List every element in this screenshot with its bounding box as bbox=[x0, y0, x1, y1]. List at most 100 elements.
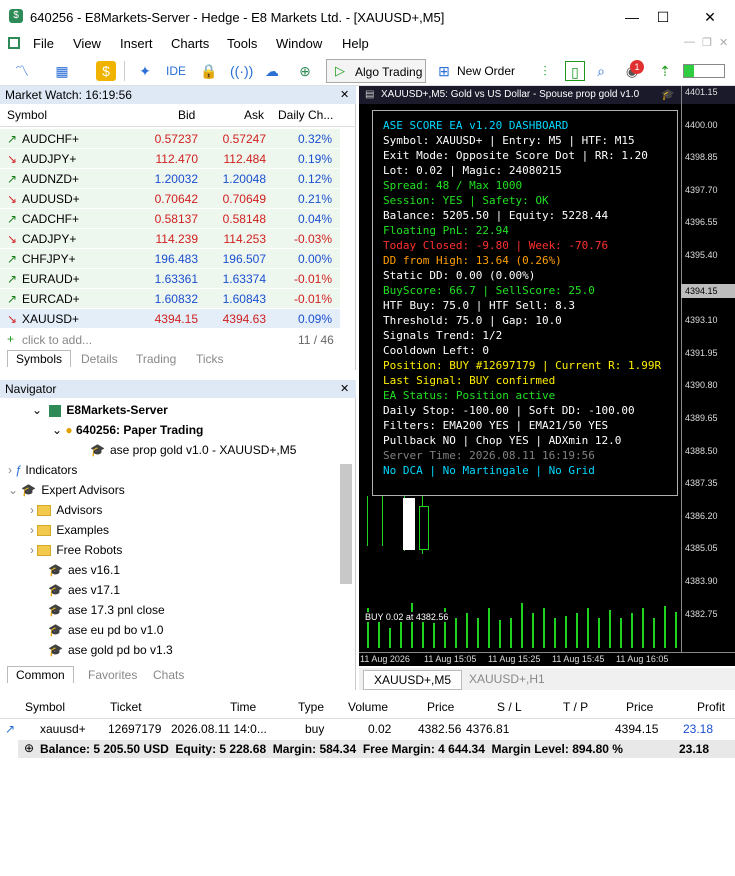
term-col-tp[interactable]: T / P bbox=[563, 700, 588, 714]
navigator-title: Navigator bbox=[0, 380, 356, 398]
folder-examples[interactable]: › Examples bbox=[30, 523, 109, 537]
market-row[interactable]: ↗ EURCAD+ 1.60832 1.60843 -0.01% bbox=[0, 288, 340, 308]
row-bid: 114.239 bbox=[155, 232, 199, 246]
menu-insert[interactable]: Insert bbox=[120, 36, 153, 51]
ea-item[interactable]: 🎓 ase 17.3 pnl close bbox=[48, 603, 165, 617]
menu-charts[interactable]: Charts bbox=[171, 36, 209, 51]
signal-icon[interactable]: ((·)) bbox=[230, 61, 253, 81]
menu-file[interactable]: File bbox=[33, 36, 54, 51]
ide-button[interactable]: IDE bbox=[166, 64, 186, 78]
signal-strength-bar bbox=[683, 64, 725, 78]
folder-free-robots[interactable]: › Free Robots bbox=[30, 543, 122, 557]
indicators-icon: ƒ bbox=[15, 463, 23, 477]
maximize-button[interactable]: ☐ bbox=[648, 6, 678, 28]
experts-node[interactable]: ⌄ 🎓 Expert Advisors bbox=[8, 483, 125, 497]
market-row[interactable]: ↗ AUDNZD+ 1.20032 1.20048 0.12% bbox=[0, 168, 340, 188]
tab-favorites[interactable]: Favorites bbox=[88, 668, 137, 682]
chart-type-icon[interactable]: 〽 bbox=[12, 61, 32, 81]
term-col-symbol[interactable]: Symbol bbox=[25, 700, 65, 714]
navigator-scrollbar[interactable] bbox=[340, 464, 352, 584]
minimize-button[interactable]: — bbox=[617, 6, 647, 28]
tab-details[interactable]: Details bbox=[81, 352, 118, 366]
child-restore-button[interactable]: ❐ bbox=[702, 36, 712, 49]
algo-trading-button[interactable]: ▷ Algo Trading bbox=[326, 59, 426, 83]
level-icon[interactable]: ⇡ bbox=[655, 61, 675, 81]
tab-symbols[interactable]: Symbols bbox=[7, 350, 72, 367]
ea-item[interactable]: 🎓 ase eu pd bo v1.0 bbox=[48, 623, 163, 637]
menu-tools[interactable]: Tools bbox=[227, 36, 257, 51]
market-row[interactable]: ↗ CHFJPY+ 196.483 196.507 0.00% bbox=[0, 248, 340, 268]
click-to-add[interactable]: click to add... bbox=[22, 333, 92, 347]
dollar-icon[interactable]: $ bbox=[96, 61, 116, 81]
row-bid: 1.60832 bbox=[154, 292, 198, 306]
price-tick: 4400.00 bbox=[685, 119, 718, 130]
cloud-icon[interactable]: ☁ bbox=[262, 61, 282, 81]
row-bid: 4394.15 bbox=[154, 312, 198, 326]
account-node[interactable]: ⌄ ● 640256: Paper Trading bbox=[52, 423, 203, 437]
ea-item[interactable]: 🎓 aes v17.1 bbox=[48, 583, 120, 597]
col-ask[interactable]: Ask bbox=[244, 108, 264, 122]
dashboard-line: EA Status: Position active bbox=[383, 389, 556, 402]
market-row[interactable]: ↗ CADCHF+ 0.58137 0.58148 0.04% bbox=[0, 208, 340, 228]
col-bid[interactable]: Bid bbox=[178, 108, 195, 122]
chart-ea-hat-icon: 🎓 bbox=[661, 89, 675, 101]
tab-ticks[interactable]: Ticks bbox=[196, 352, 224, 366]
summary-expand-icon[interactable]: ⊕ bbox=[24, 741, 34, 755]
market-row[interactable]: ↘ AUDUSD+ 0.70642 0.70649 0.21% bbox=[0, 188, 340, 208]
market-row[interactable]: ↘ AUDJPY+ 112.470 112.484 0.19% bbox=[0, 148, 340, 168]
pos-symbol[interactable]: xauusd+ bbox=[40, 722, 86, 736]
folder-icon bbox=[37, 545, 52, 557]
price-axis-line bbox=[681, 86, 682, 652]
chart-tab-h1[interactable]: XAUUSD+,H1 bbox=[469, 672, 545, 686]
tab-trading[interactable]: Trading bbox=[136, 352, 176, 366]
add-icon[interactable]: + bbox=[7, 332, 14, 346]
expand-icon: ⌄ bbox=[32, 403, 46, 417]
tab-common[interactable]: Common bbox=[7, 666, 74, 683]
col-change[interactable]: Daily Ch... bbox=[278, 108, 333, 122]
volume-bar bbox=[389, 628, 391, 648]
term-col-sl[interactable]: S / L bbox=[497, 700, 522, 714]
vps-icon[interactable]: ⊕ bbox=[295, 61, 315, 81]
term-col-profit[interactable]: Profit bbox=[697, 700, 725, 714]
attached-ea-node[interactable]: 🎓 ase prop gold v1.0 - XAUUSD+,M5 bbox=[90, 443, 296, 457]
new-order-icon[interactable]: ⊞ bbox=[434, 61, 454, 81]
close-button[interactable]: ✕ bbox=[695, 6, 725, 28]
navigator-close-icon[interactable]: ✕ bbox=[340, 382, 349, 395]
chart-tab-m5[interactable]: XAUUSD+,M5 bbox=[363, 670, 463, 690]
col-symbol[interactable]: Symbol bbox=[7, 108, 47, 122]
market-row[interactable]: ↘ CADJPY+ 114.239 114.253 -0.03% bbox=[0, 228, 340, 248]
row-change: -0.01% bbox=[293, 292, 332, 306]
term-col-volume[interactable]: Volume bbox=[348, 700, 388, 714]
dashboard-line: No DCA | No Martingale | No Grid bbox=[383, 464, 595, 477]
arrow-down-icon: ↘ bbox=[7, 232, 18, 246]
ea-item[interactable]: 🎓 aes v16.1 bbox=[48, 563, 120, 577]
zoom-icon[interactable]: ⌕ bbox=[591, 61, 611, 81]
child-minimize-button[interactable]: — bbox=[684, 36, 695, 48]
market-row[interactable]: ↗ EURAUD+ 1.63361 1.63374 -0.01% bbox=[0, 268, 340, 288]
market-row[interactable]: ↗ AUDCHF+ 0.57237 0.57247 0.32% bbox=[0, 128, 340, 148]
server-node[interactable]: ⌄ E8Markets-Server bbox=[32, 403, 168, 417]
new-order-button[interactable]: New Order bbox=[457, 64, 515, 78]
term-col-price-current[interactable]: Price bbox=[626, 700, 653, 714]
candles-icon[interactable]: ⫶ bbox=[535, 61, 555, 81]
ea-item[interactable]: 🎓 ase gold pd bo v1.3 bbox=[48, 643, 173, 657]
term-col-price[interactable]: Price bbox=[427, 700, 454, 714]
chart-menu-icon[interactable]: ▤ bbox=[365, 89, 374, 100]
menu-view[interactable]: View bbox=[73, 36, 101, 51]
menu-window[interactable]: Window bbox=[276, 36, 322, 51]
market-row[interactable]: ↘ XAUUSD+ 4394.15 4394.63 0.09% bbox=[0, 308, 340, 328]
pos-sl[interactable]: 4376.81 bbox=[466, 722, 509, 736]
bars-icon[interactable]: ▯ bbox=[565, 61, 585, 81]
term-col-ticket[interactable]: Ticket bbox=[110, 700, 142, 714]
tab-chats[interactable]: Chats bbox=[153, 668, 184, 682]
folder-advisors[interactable]: › Advisors bbox=[30, 503, 102, 517]
menu-help[interactable]: Help bbox=[342, 36, 369, 51]
timeframes-icon[interactable]: ▦ bbox=[52, 61, 72, 81]
child-close-button[interactable]: ✕ bbox=[719, 36, 728, 49]
term-col-time[interactable]: Time bbox=[230, 700, 256, 714]
term-col-type[interactable]: Type bbox=[298, 700, 324, 714]
lock-icon[interactable]: 🔒 bbox=[199, 61, 219, 81]
panel-close-icon[interactable]: ✕ bbox=[340, 88, 349, 101]
sparkle-icon[interactable]: ✦ bbox=[135, 61, 155, 81]
indicators-node[interactable]: › ƒ Indicators bbox=[8, 463, 77, 477]
